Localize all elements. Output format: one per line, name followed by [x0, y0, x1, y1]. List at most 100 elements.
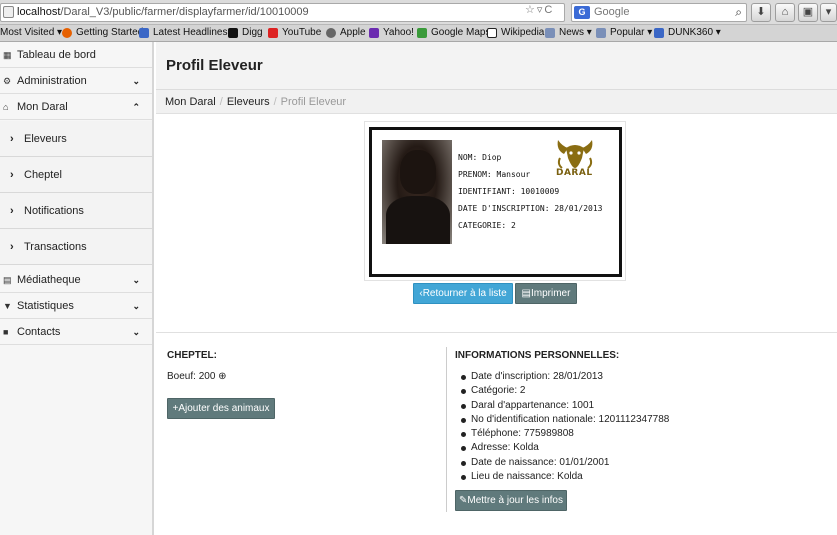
sidebar-item-tableau-de-bord[interactable]: ▦ Tableau de bord: [0, 42, 152, 68]
update-info-button[interactable]: ✎Mettre à jour les infos: [455, 490, 567, 511]
add-animals-label: Ajouter des animaux: [178, 403, 270, 414]
chevron-up-icon: ⌃: [132, 102, 140, 112]
bookmark-label: Yahoo!: [383, 27, 414, 38]
sidebar-item-statistiques[interactable]: ▼ Statistiques ⌄: [0, 293, 152, 319]
list-item: Daral d'appartenance: 1001: [456, 399, 669, 413]
bookmark-digg[interactable]: Digg: [228, 27, 263, 38]
bookmark-label: Latest Headlines ▾: [153, 27, 236, 38]
sidebar-item-contacts[interactable]: ■ Contacts ⌄: [0, 319, 152, 345]
film-icon: ▤: [3, 275, 12, 285]
sidebar-subitem-cheptel[interactable]: › Cheptel: [0, 157, 152, 193]
list-item: Catégorie: 2: [456, 384, 669, 398]
sidebar-item-label: Médiatheque: [17, 274, 81, 286]
url-host: localhost: [17, 6, 61, 18]
print-icon: ▤: [521, 288, 531, 299]
breadcrumb-separator: /: [273, 96, 277, 108]
sidebar-subitem-label: Transactions: [24, 241, 87, 253]
google-icon[interactable]: G: [574, 6, 590, 19]
section-divider: [156, 332, 837, 333]
bookmark-getting-started[interactable]: Getting Started: [62, 27, 143, 38]
card-identifiant: IDENTIFIANT: 10010009: [458, 187, 560, 196]
search-input[interactable]: G Google ⌕: [571, 3, 747, 22]
print-button[interactable]: ▤Imprimer: [515, 283, 577, 304]
profile-photo: [382, 140, 452, 244]
chevron-right-icon: ›: [10, 205, 14, 217]
home-button[interactable]: ⌂: [775, 3, 795, 22]
bookmark-youtube[interactable]: YouTube: [268, 27, 321, 38]
folder-icon: [545, 27, 555, 38]
reload-icon[interactable]: C: [544, 4, 554, 16]
sidebar-item-mon-daral[interactable]: ⌂ Mon Daral ⌃: [0, 94, 152, 120]
maps-icon: [417, 27, 427, 38]
dunk-icon: [654, 27, 664, 38]
sidebar-item-label: Mon Daral: [17, 101, 68, 113]
bookmark-label: Wikipedia: [501, 27, 545, 38]
add-animals-button[interactable]: +Ajouter des animaux: [167, 398, 275, 419]
bookmark-label: Google Maps: [431, 27, 491, 38]
page-header: Profil Eleveur: [156, 42, 837, 90]
rss-icon: [139, 27, 149, 38]
address-bar-icons[interactable]: ☆▿C: [525, 3, 554, 16]
sidebar: ▦ Tableau de bord ⚙ Administration ⌄ ⌂ M…: [0, 42, 154, 535]
bookmark-menu-button[interactable]: ▣: [798, 3, 818, 22]
cheptel-title: CHEPTEL:: [167, 350, 217, 361]
sidebar-item-label: Contacts: [17, 326, 61, 338]
photo-head: [400, 150, 436, 194]
bookmark-latest-headlines[interactable]: Latest Headlines ▾: [139, 27, 235, 38]
apple-icon: [326, 27, 336, 38]
bookmark-label: Digg: [242, 27, 263, 38]
bookmark-label: Getting Started: [76, 27, 144, 38]
profile-card: NOM: Diop PRENOM: Mansour IDENTIFIANT: 1…: [369, 127, 622, 277]
sidebar-subitem-transactions[interactable]: › Transactions: [0, 229, 152, 265]
sidebar-subitem-notifications[interactable]: › Notifications: [0, 193, 152, 229]
chevron-right-icon: ›: [10, 133, 14, 145]
card-nom: NOM: Diop: [458, 153, 502, 162]
card-date-inscription: DATE D'INSCRIPTION: 28/01/2013: [458, 204, 603, 213]
bookmarks-toolbar: Most Visited ▾ Getting Started Latest He…: [0, 25, 837, 42]
list-item: Date d'inscription: 28/01/2013: [456, 370, 669, 384]
digg-icon: [228, 27, 238, 38]
filter-icon: ▼: [3, 301, 12, 311]
yahoo-icon: [369, 27, 379, 38]
back-to-list-button[interactable]: ‹Retourner à la liste: [413, 283, 513, 304]
chevron-right-icon: ›: [10, 169, 14, 181]
cheptel-line: Boeuf: 200 ⊕: [167, 371, 227, 382]
breadcrumb-separator: /: [219, 96, 223, 108]
list-item: Date de naissance: 01/01/2001: [456, 456, 669, 470]
list-item: Lieu de naissance: Kolda: [456, 470, 669, 484]
breadcrumb-eleveurs[interactable]: Eleveurs: [227, 96, 270, 108]
gear-icon: ⚙: [3, 76, 12, 86]
bookmark-yahoo[interactable]: Yahoo!: [369, 27, 414, 38]
sidebar-subitem-eleveurs[interactable]: › Eleveurs: [0, 121, 152, 157]
home-icon: ⌂: [781, 6, 789, 18]
bookmark-google-maps[interactable]: Google Maps: [417, 27, 490, 38]
search-icon[interactable]: ⌕: [735, 4, 742, 21]
chevron-down-icon: ⌄: [132, 301, 140, 311]
bookmark-wikipedia[interactable]: Wikipedia: [487, 27, 544, 38]
breadcrumb-mon-daral[interactable]: Mon Daral: [165, 96, 216, 108]
profile-card-frame: NOM: Diop PRENOM: Mansour IDENTIFIANT: 1…: [364, 121, 626, 281]
star-icon[interactable]: ☆: [525, 4, 537, 16]
download-button[interactable]: ⬇: [751, 3, 771, 22]
bookmark-popular[interactable]: Popular ▾: [596, 27, 652, 38]
bookmark-most-visited[interactable]: Most Visited ▾: [0, 27, 62, 38]
toolbar-menu-button[interactable]: ▾: [820, 3, 837, 22]
sidebar-item-administration[interactable]: ⚙ Administration ⌄: [0, 68, 152, 94]
update-info-label: Mettre à jour les infos: [467, 495, 563, 506]
sidebar-subitem-label: Cheptel: [24, 169, 62, 181]
bookmark-news[interactable]: News ▾: [545, 27, 592, 38]
youtube-icon: [268, 27, 278, 38]
sidebar-item-label: Statistiques: [17, 300, 74, 312]
breadcrumb-current: Profil Eleveur: [280, 96, 347, 108]
zoom-in-icon[interactable]: ⊕: [218, 371, 226, 382]
photo-body: [386, 196, 450, 244]
address-bar[interactable]: localhost/Daral_V3/public/farmer/display…: [0, 3, 565, 22]
bookmark-apple[interactable]: Apple: [326, 27, 366, 38]
sidebar-item-mediatheque[interactable]: ▤ Médiatheque ⌄: [0, 267, 152, 293]
bookmark-dunk360[interactable]: DUNK360 ▾: [654, 27, 721, 38]
download-icon: ⬇: [756, 6, 766, 18]
page-icon: [3, 6, 14, 18]
bookmark-icon: ▣: [802, 6, 814, 18]
book-icon: ■: [3, 327, 9, 337]
list-item: Adresse: Kolda: [456, 441, 669, 455]
